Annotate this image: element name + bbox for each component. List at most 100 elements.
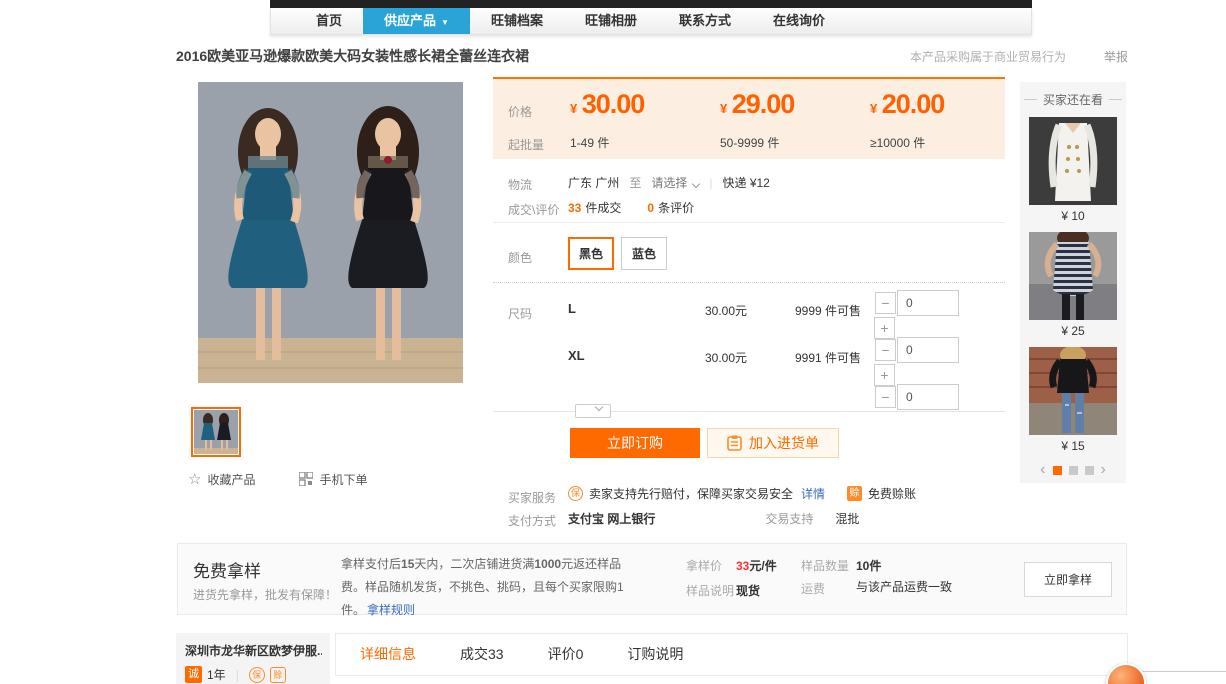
integrity-badge-icon: 诚 bbox=[185, 666, 202, 683]
nav-home[interactable]: 首页 bbox=[295, 8, 363, 34]
clipboard-icon bbox=[727, 435, 742, 451]
get-sample-button[interactable]: 立即拿样 bbox=[1024, 562, 1112, 597]
page-title: 2016欧美亚马逊爆款欧美大码女装性感长裙全蕾丝连衣裙 bbox=[176, 46, 529, 66]
item-price: ¥ 10 bbox=[1020, 209, 1126, 223]
sample-stock-label: 样品说明 bbox=[686, 582, 734, 599]
page-dot-1[interactable] bbox=[1053, 466, 1062, 475]
guarantee-detail-link[interactable]: 详情 bbox=[801, 485, 825, 502]
seller-box: 深圳市龙华新区欧梦伊服... 诚 1年 | 保 赊 bbox=[176, 633, 330, 684]
stats-label: 成交\评价 bbox=[508, 201, 559, 218]
size-price: 30.00元 bbox=[705, 349, 747, 366]
tab-deals[interactable]: 成交33 bbox=[438, 634, 526, 675]
qty-input[interactable] bbox=[897, 290, 959, 316]
also-viewed-item-1[interactable]: ¥ 10 bbox=[1020, 117, 1126, 223]
sample-price-label: 拿样价 bbox=[686, 557, 722, 574]
divider: | bbox=[709, 176, 712, 190]
item-photo-striped-dress bbox=[1029, 232, 1117, 320]
review-count[interactable]: 0 bbox=[647, 201, 654, 215]
gallery-actions: ☆ 收藏产品 手机下单 bbox=[188, 470, 488, 488]
sample-qty-value: 10件 bbox=[856, 557, 881, 574]
seller-name[interactable]: 深圳市龙华新区欧梦伊服... bbox=[185, 642, 322, 659]
divider bbox=[493, 222, 1005, 223]
credit-text: 免费赊账 bbox=[868, 485, 916, 502]
title-row: 2016欧美亚马逊爆款欧美大码女装性感长裙全蕾丝连衣裙 本产品采购属于商业贸易行… bbox=[176, 46, 1128, 66]
size-list: 尺码 L 30.00元 9999 件可售 − + XL 30.00元 9991 … bbox=[493, 285, 1005, 411]
size-stock: 9991 件可售 bbox=[795, 349, 861, 366]
sample-rule-link[interactable]: 拿样规则 bbox=[367, 603, 415, 617]
detail-tabs: 详细信息 成交33 评价0 订购说明 bbox=[335, 633, 1128, 676]
buyer-service-row: 保 卖家支持先行赔付，保障买家交易安全 详情 赊 免费赊账 bbox=[568, 485, 916, 502]
trade-support-value: 混批 bbox=[835, 510, 859, 527]
chevron-down-icon: ▼ bbox=[441, 18, 449, 27]
sample-ship-value: 与该产品运费一致 bbox=[856, 578, 952, 597]
qty-minus-button[interactable]: − bbox=[875, 339, 896, 361]
express-fee: 快递 ¥12 bbox=[723, 174, 770, 191]
logistics-origin: 广东 广州 bbox=[568, 174, 619, 191]
nav-inquiry[interactable]: 在线询价 bbox=[752, 8, 846, 34]
color-label: 颜色 bbox=[508, 249, 532, 266]
sample-description: 拿样支付后15天内，二次店铺进货满1000元返还样品费。样品随机发货，不挑色、挑… bbox=[341, 553, 645, 622]
size-stock: 9999 件可售 bbox=[795, 302, 861, 319]
add-to-cart-label: 加入进货单 bbox=[749, 433, 819, 453]
destination-select[interactable]: 请选择 bbox=[651, 174, 699, 191]
nav-contact[interactable]: 联系方式 bbox=[658, 8, 752, 34]
order-now-button[interactable]: 立即订购 bbox=[570, 428, 700, 458]
next-arrow-icon[interactable]: › bbox=[1101, 465, 1106, 475]
color-option-black[interactable]: 黑色 bbox=[568, 237, 614, 270]
seller-badges: 诚 1年 | 保 赊 bbox=[185, 666, 322, 683]
divider bbox=[493, 411, 1005, 412]
prev-arrow-icon[interactable]: ‹ bbox=[1040, 465, 1045, 475]
deal-count: 33 bbox=[568, 201, 581, 215]
size-name: XL bbox=[568, 348, 585, 363]
tab-detail-info[interactable]: 详细信息 bbox=[338, 634, 438, 675]
color-option-blue[interactable]: 蓝色 bbox=[621, 237, 667, 270]
report-link[interactable]: 举报 bbox=[1104, 48, 1128, 65]
payment-label: 支付方式 bbox=[508, 512, 556, 529]
nav-shop-album[interactable]: 旺铺相册 bbox=[564, 8, 658, 34]
qty-minus-button[interactable]: − bbox=[875, 292, 896, 314]
price-box: 价格 起批量 ¥ 30.00 ¥ 29.00 ¥ 20.00 1-49 件 50… bbox=[493, 77, 1005, 159]
sample-subtitle: 进货先拿样，批发有保障！ bbox=[193, 586, 337, 603]
mobile-order-button[interactable]: 手机下单 bbox=[299, 471, 367, 488]
product-image[interactable] bbox=[180, 82, 480, 383]
also-viewed-item-2[interactable]: ¥ 25 bbox=[1020, 232, 1126, 338]
also-viewed-item-3[interactable]: ¥ 15 bbox=[1020, 347, 1126, 453]
deal-unit: 件成交 bbox=[585, 199, 621, 216]
qr-code-icon bbox=[299, 472, 313, 486]
payment-methods: 支付宝 网上银行 bbox=[568, 510, 655, 527]
also-viewed-sidebar: 买家还在看 ¥ 10 bbox=[1020, 82, 1126, 483]
item-price: ¥ 15 bbox=[1020, 439, 1126, 453]
page-dot-2[interactable] bbox=[1069, 466, 1078, 475]
moq-tier-2: 50-9999 件 bbox=[720, 134, 779, 151]
credit-badge-icon: 赊 bbox=[847, 486, 862, 501]
tab-order-notes[interactable]: 订购说明 bbox=[605, 634, 705, 675]
credit-badge-icon: 赊 bbox=[270, 667, 286, 683]
size-scroll-more-button[interactable] bbox=[575, 404, 611, 418]
divider: | bbox=[236, 668, 239, 682]
page-dot-3[interactable] bbox=[1085, 466, 1094, 475]
stats-row: 33 件成交 0 条评价 bbox=[568, 199, 694, 216]
logistics-row: 广东 广州 至 请选择 | 快递 ¥12 bbox=[568, 174, 770, 191]
thumbnail-photo bbox=[194, 410, 238, 454]
size-row-XL: XL 30.00元 9991 件可售 − + bbox=[493, 332, 1005, 379]
chevron-down-icon bbox=[595, 403, 603, 411]
guarantee-shield-icon: 保 bbox=[568, 486, 583, 501]
product-photo-illustration bbox=[198, 82, 463, 383]
tab-reviews[interactable]: 评价0 bbox=[526, 634, 606, 675]
free-sample-section: 免费拿样 进货先拿样，批发有保障！ 拿样支付后15天内，二次店铺进货满1000元… bbox=[177, 543, 1127, 615]
price-tier-2: ¥ 29.00 bbox=[720, 89, 794, 120]
favorite-button[interactable]: ☆ 收藏产品 bbox=[188, 470, 255, 488]
favorite-label: 收藏产品 bbox=[207, 471, 255, 488]
add-to-cart-button[interactable]: 加入进货单 bbox=[707, 428, 839, 458]
qty-input[interactable] bbox=[897, 337, 959, 363]
nav-shop-profile[interactable]: 旺铺档案 bbox=[470, 8, 564, 34]
nav-products[interactable]: 供应产品▼ bbox=[363, 8, 470, 34]
qty-input[interactable] bbox=[897, 384, 959, 410]
price-label: 价格 bbox=[508, 103, 532, 120]
logistics-to: 至 bbox=[629, 174, 641, 191]
review-unit[interactable]: 条评价 bbox=[658, 199, 694, 216]
thumbnail-selected[interactable] bbox=[191, 407, 241, 457]
divider bbox=[1024, 99, 1037, 100]
qty-minus-button[interactable]: − bbox=[875, 386, 896, 408]
logistics-label: 物流 bbox=[508, 176, 532, 193]
